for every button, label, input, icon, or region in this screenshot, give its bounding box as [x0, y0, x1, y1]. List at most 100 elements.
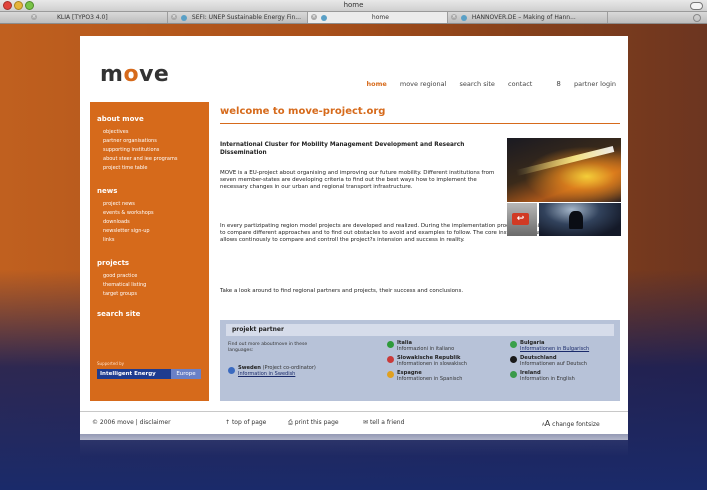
- sidebar-item-project-news[interactable]: project news: [103, 201, 135, 207]
- germany-flag-icon: [510, 356, 517, 363]
- country-text[interactable]: Informationen in Bulgarisch: [520, 346, 589, 352]
- window-titlebar: home: [0, 0, 707, 12]
- partner-lead-text: Find out more aboutmove in these languag…: [228, 342, 308, 353]
- print-page-link[interactable]: ⎙ print this page: [288, 419, 339, 427]
- nav-partner-login[interactable]: 8 partner login: [545, 80, 616, 88]
- top-of-page-link[interactable]: ↑ top of page: [225, 419, 266, 426]
- intelligent-energy-logo[interactable]: Intelligent Energy Europe: [97, 369, 201, 379]
- arrow-up-icon: ↑: [225, 419, 231, 426]
- logo-m: m: [100, 62, 124, 87]
- close-tab-icon[interactable]: ×: [451, 14, 457, 20]
- sweden-flag-icon: [228, 367, 235, 374]
- top-of-page-label: top of page: [231, 419, 267, 426]
- country-text: Informationen in slowakisch: [397, 361, 467, 367]
- logo-ve: ve: [139, 62, 170, 87]
- badge-left-text: Intelligent Energy: [100, 371, 156, 377]
- site-logo[interactable]: move: [100, 62, 169, 87]
- copyright-disclaimer-link[interactable]: © 2006 move | disclaimer: [92, 419, 171, 426]
- nav-move-regional[interactable]: move regional: [400, 80, 447, 88]
- change-fontsize-label: change fontsize: [552, 421, 600, 428]
- cyclist-silhouette: [569, 211, 583, 229]
- sidebar-heading-about[interactable]: about move: [97, 115, 144, 123]
- key-icon: 8: [556, 80, 561, 88]
- country-text: Informationen auf Deutsch: [520, 361, 587, 367]
- road-sign-photo: ↩: [507, 203, 537, 236]
- font-larger-button[interactable]: A: [545, 419, 550, 428]
- partner-italia[interactable]: Italia Informazioni in italiano: [397, 340, 454, 352]
- change-fontsize-control[interactable]: AA change fontsize: [542, 419, 600, 428]
- heading-divider: [220, 123, 620, 124]
- footer-reflection: [80, 434, 628, 456]
- sidebar-item-steer-iee[interactable]: about steer and iee programs: [103, 156, 177, 162]
- ireland-flag-icon: [510, 371, 517, 378]
- globe-icon: [181, 14, 187, 21]
- tab-klia[interactable]: × KLIA [TYPO3 4.0]: [28, 12, 168, 23]
- partner-deutschland[interactable]: Deutschland Informationen auf Deutsch: [520, 355, 587, 367]
- tab-overflow-button[interactable]: [693, 14, 701, 22]
- partner-espagne[interactable]: Espagne Informationen in Spanisch: [397, 370, 462, 382]
- slovakia-flag-icon: [387, 356, 394, 363]
- tab-sefi[interactable]: × SEFI: UNEP Sustainable Energy Fin...: [168, 12, 308, 23]
- sidebar-heading-search[interactable]: search site: [97, 310, 140, 318]
- tab-label: home: [371, 14, 389, 21]
- sidebar-item-objectives[interactable]: objectives: [103, 129, 128, 135]
- spain-flag-icon: [387, 371, 394, 378]
- project-partner-box: projekt partner Find out more aboutmove …: [220, 320, 620, 401]
- globe-icon: [321, 14, 327, 21]
- country-text: Information in English: [520, 376, 575, 382]
- partner-sweden[interactable]: Sweden (Project co-ordinator) Informatio…: [238, 365, 316, 377]
- print-page-label: print this page: [294, 419, 339, 426]
- tab-label: HANNOVER.DE – Making of Hann...: [471, 14, 576, 21]
- printer-icon: ⎙: [288, 419, 293, 426]
- tab-bar: × KLIA [TYPO3 4.0] × SEFI: UNEP Sustaina…: [0, 12, 707, 24]
- mail-icon: ✉: [363, 419, 369, 426]
- nav-search-site[interactable]: search site: [460, 80, 495, 88]
- supported-by-label: Supported by: [97, 361, 124, 366]
- country-text: Informationen in Spanisch: [397, 376, 463, 382]
- page-footer: © 2006 move | disclaimer ↑ top of page ⎙…: [80, 411, 628, 434]
- close-tab-icon[interactable]: ×: [171, 14, 177, 20]
- sidebar-heading-news[interactable]: news: [97, 187, 117, 195]
- sidebar-item-thematical-listing[interactable]: thematical listing: [103, 282, 146, 288]
- sidebar-item-good-practice[interactable]: good practice: [103, 273, 137, 279]
- sidebar-item-newsletter[interactable]: newsletter sign-up: [103, 228, 150, 234]
- sidebar-item-time-table[interactable]: project time table: [103, 165, 148, 171]
- paragraph-1: MOVE is a EU-project about organising an…: [220, 170, 495, 191]
- partner-ireland[interactable]: Ireland Information in English: [520, 370, 575, 382]
- sidebar: about move objectives partner organisati…: [90, 102, 209, 401]
- paragraph-3: Take a look around to find regional part…: [220, 288, 464, 294]
- bulgaria-flag-icon: [510, 341, 517, 348]
- top-navigation: home move regional search site contact 8…: [356, 80, 616, 88]
- sidebar-item-links[interactable]: links: [103, 237, 114, 243]
- tell-friend-label: tell a friend: [369, 419, 405, 426]
- tab-home[interactable]: × home: [308, 12, 448, 23]
- badge-right-text: Europe: [171, 369, 201, 379]
- close-tab-icon[interactable]: ×: [311, 14, 317, 20]
- logo-o: o: [123, 62, 140, 87]
- globe-icon: [461, 14, 467, 21]
- sidebar-item-downloads[interactable]: downloads: [103, 219, 130, 225]
- country-link[interactable]: Information in Swedish: [238, 371, 295, 377]
- tab-label: SEFI: UNEP Sustainable Energy Fin...: [191, 14, 301, 21]
- close-tab-icon[interactable]: ×: [31, 14, 37, 20]
- nav-contact[interactable]: contact: [508, 80, 532, 88]
- nav-home[interactable]: home: [367, 80, 387, 88]
- window-title: home: [343, 1, 364, 9]
- partner-slovakia[interactable]: Slowakische Republik Informationen in sl…: [397, 355, 467, 367]
- sidebar-item-supporting-institutions[interactable]: supporting institutions: [103, 147, 159, 153]
- partner-bulgaria[interactable]: Bulgaria Informationen in Bulgarisch: [520, 340, 589, 352]
- italy-flag-icon: [387, 341, 394, 348]
- page-title: welcome to move-project.org: [220, 106, 386, 117]
- tell-friend-link[interactable]: ✉ tell a friend: [363, 419, 404, 426]
- partner-heading: projekt partner: [226, 324, 614, 336]
- sidebar-item-events[interactable]: events & workshops: [103, 210, 154, 216]
- tab-label: KLIA [TYPO3 4.0]: [57, 14, 108, 21]
- sidebar-item-partner-organisations[interactable]: partner organisations: [103, 138, 157, 144]
- toolbar-toggle-button[interactable]: [690, 2, 703, 10]
- sidebar-item-target-groups[interactable]: target groups: [103, 291, 137, 297]
- cyclist-photo: [539, 203, 621, 236]
- traffic-photo: [507, 138, 621, 202]
- sidebar-heading-projects[interactable]: projects: [97, 259, 129, 267]
- tab-hannover[interactable]: × HANNOVER.DE – Making of Hann...: [448, 12, 608, 23]
- country-text: Informazioni in italiano: [397, 346, 455, 352]
